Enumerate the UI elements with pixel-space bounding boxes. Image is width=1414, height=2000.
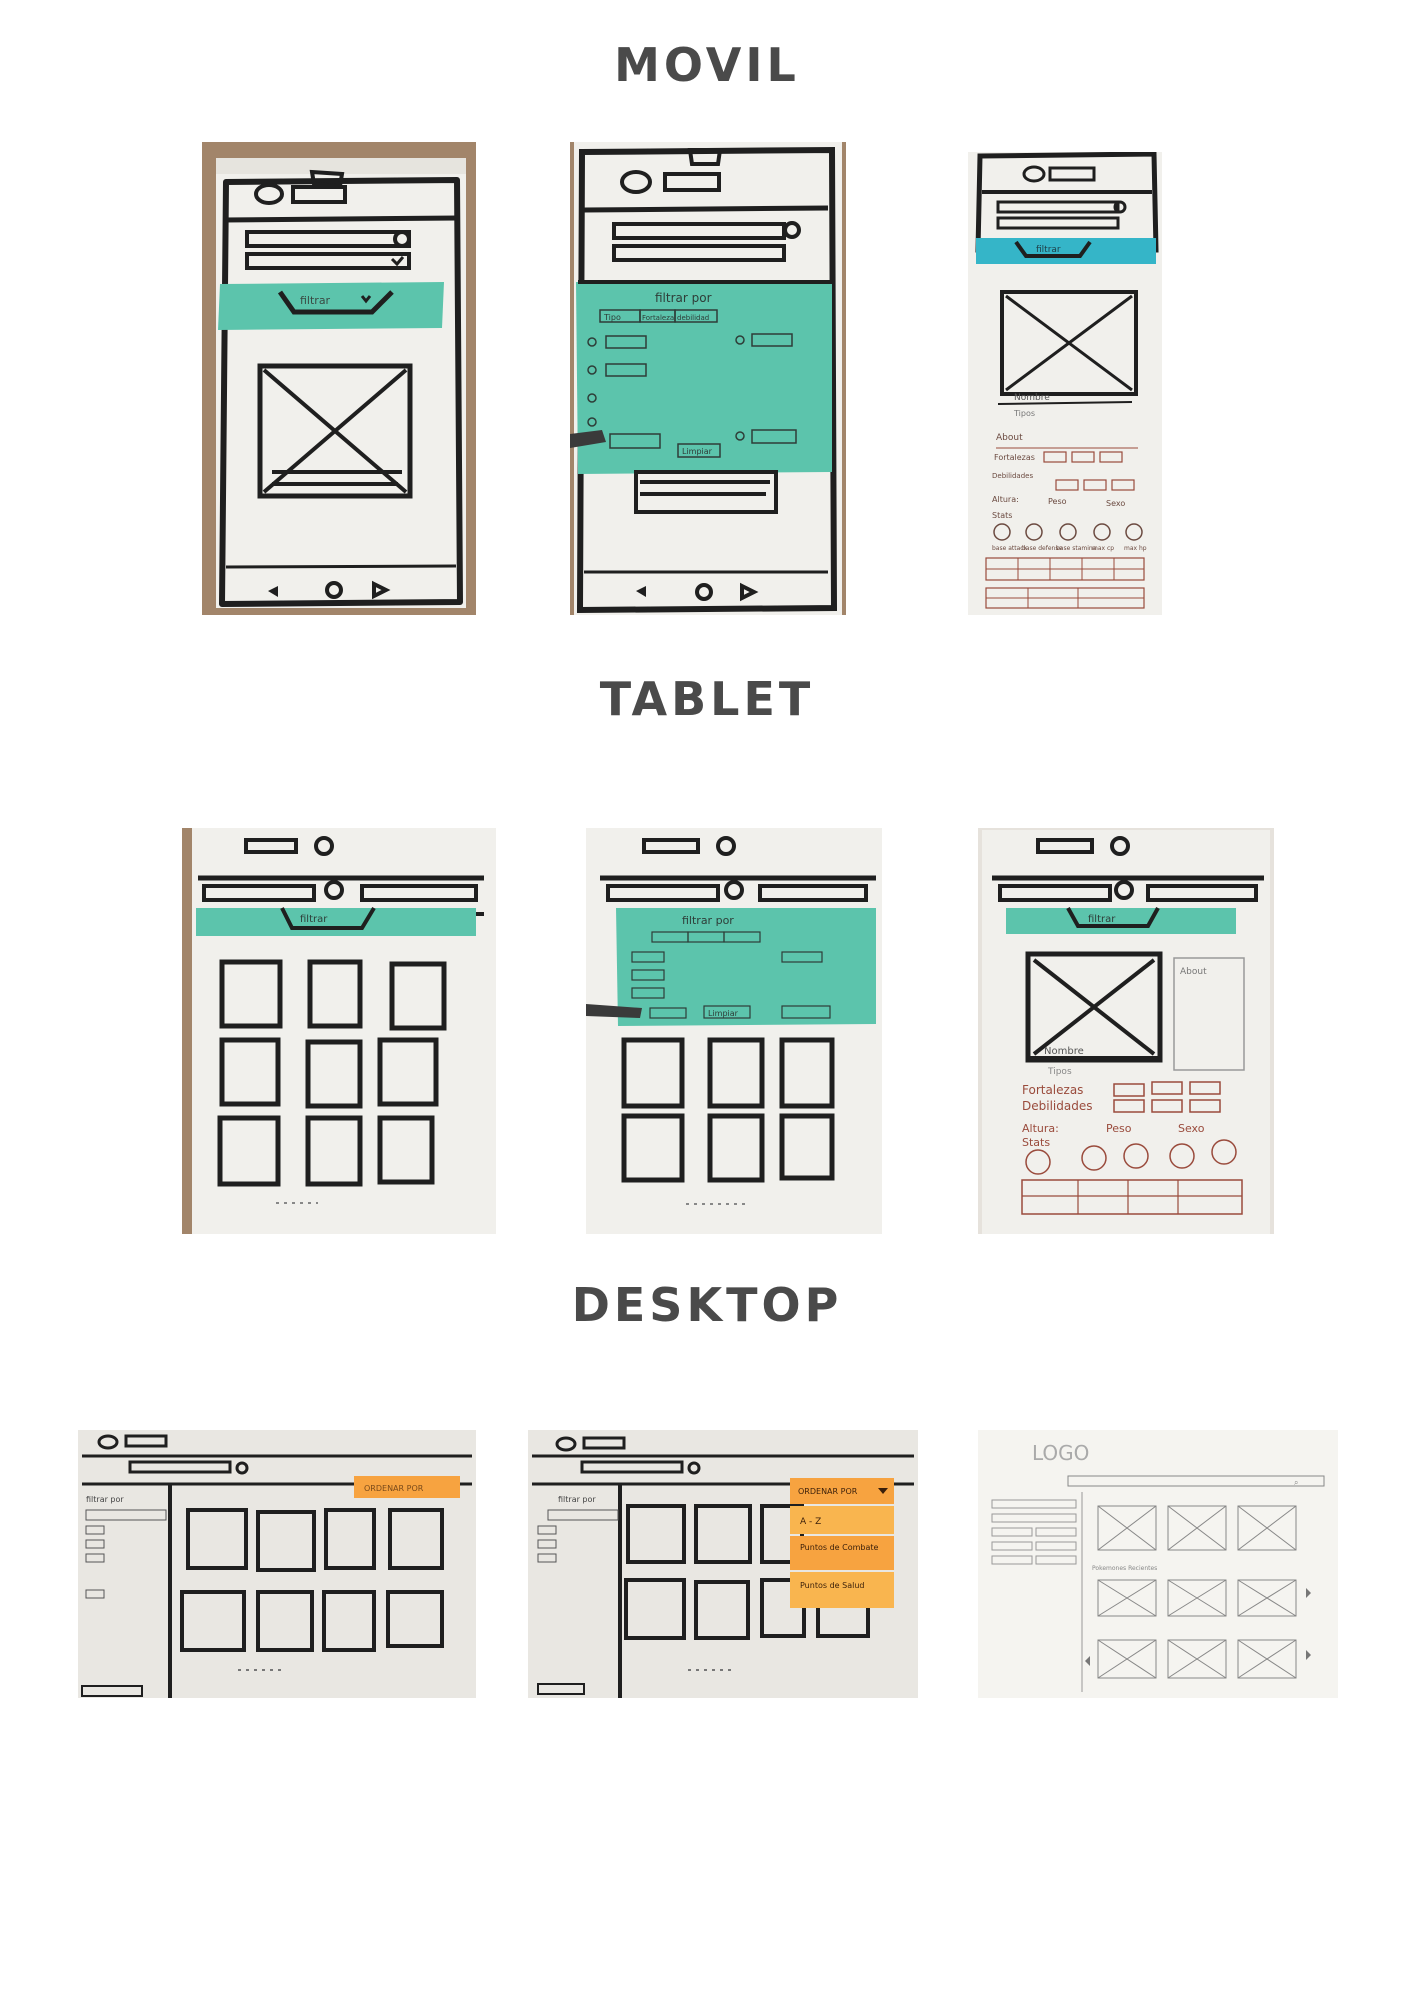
tablet-3-about-text: About	[1180, 967, 1207, 977]
mobile-sketch-filter-expanded: filtrar por Tipo Fortaleza debilidad Lim…	[570, 142, 846, 615]
tablet-2-filtrar-por-text: filtrar por	[682, 914, 734, 927]
section-title-tablet: TABLET	[599, 672, 815, 726]
mobile-3-fortalezas-text: Fortalezas	[994, 453, 1035, 462]
mobile-3-stat-base-stamina: base stamina	[1056, 545, 1097, 552]
desktop-sketch-3-drawing: LOGO ⌕ Pokemones Recientes	[978, 1430, 1338, 1698]
mobile-2-filtrar-por-text: filtrar por	[655, 291, 712, 305]
tablet-sketch-grid: filtrar	[182, 828, 496, 1234]
desktop-2-filtrar-por-text: filtrar por	[558, 1495, 596, 1504]
section-title-desktop: DESKTOP	[571, 1278, 843, 1332]
mobile-sketch-1-drawing: filtrar	[216, 158, 466, 608]
mobile-2-tab-debilidad: debilidad	[677, 314, 709, 322]
mobile-2-tab-fortaleza: Fortaleza	[642, 314, 674, 322]
tablet-sketch-detail: filtrar Nombre Tipos About Fortalezas De…	[978, 828, 1274, 1234]
desktop-2-orden-salud: Puntos de Salud	[800, 1581, 864, 1590]
mobile-3-stat-max-cp: max cp	[1092, 545, 1114, 552]
mobile-2-limpiar-text: Limpiar	[682, 447, 713, 456]
tablet-sketch-1-drawing: filtrar	[182, 828, 496, 1234]
desktop-sketch-grid: filtrar por ORDENAR POR	[78, 1430, 476, 1698]
tablet-3-stats-text: Stats	[1022, 1136, 1050, 1149]
mobile-3-nombre-text: Nombre	[1014, 393, 1050, 403]
tablet-3-peso-text: Peso	[1106, 1122, 1132, 1135]
mobile-3-sexo-text: Sexo	[1106, 499, 1125, 508]
mobile-3-stats-text: Stats	[992, 511, 1012, 520]
tablet-3-sexo-text: Sexo	[1178, 1122, 1205, 1135]
desktop-2-ordenar-por-text: ORDENAR POR	[798, 1487, 858, 1496]
mobile-sketch-3-drawing: filtrar Nombre Tipos About Fortalezas De…	[975, 152, 1159, 609]
desktop-sketch-1-drawing: filtrar por ORDENAR POR	[78, 1430, 476, 1698]
tablet-3-tipos-text: Tipos	[1047, 1067, 1072, 1077]
tablet-3-nombre-text: Nombre	[1044, 1046, 1084, 1057]
mobile-3-peso-text: Peso	[1048, 497, 1067, 506]
mobile-1-filtrar-text: filtrar	[300, 294, 331, 307]
desktop-sketch-sort-expanded: filtrar por ORDENAR POR A - Z Puntos de …	[528, 1430, 918, 1698]
tablet-sketch-3-drawing: filtrar Nombre Tipos About Fortalezas De…	[978, 828, 1274, 1234]
mobile-3-about-text: About	[996, 433, 1023, 443]
mobile-3-stat-max-hp: max hp	[1124, 545, 1147, 552]
desktop-1-ordenar-por-text: ORDENAR POR	[364, 1484, 424, 1493]
desktop-3-search-icon: ⌕	[1294, 1478, 1298, 1487]
tablet-sketch-2-drawing: filtrar por Limpiar	[586, 828, 882, 1234]
mobile-3-debilidades-text: Debilidades	[992, 472, 1033, 480]
desktop-2-orden-combate: Puntos de Combate	[800, 1543, 879, 1552]
tablet-sketch-filter-expanded: filtrar por Limpiar	[586, 828, 882, 1234]
mobile-3-altura-text: Altura:	[992, 495, 1019, 504]
section-title-movil: MOVIL	[614, 38, 800, 92]
desktop-3-recientes-text: Pokemones Recientes	[1092, 1565, 1157, 1572]
desktop-sketch-wireframe-detail: LOGO ⌕ Pokemones Recientes	[978, 1430, 1338, 1698]
tablet-3-fortalezas-text: Fortalezas	[1022, 1083, 1083, 1097]
tablet-3-filtrar-text: filtrar	[1088, 914, 1116, 925]
desktop-1-filtrar-por-text: filtrar por	[86, 1495, 124, 1504]
tablet-1-filtrar-text: filtrar	[300, 914, 328, 925]
tablet-2-limpiar-text: Limpiar	[708, 1009, 739, 1018]
mobile-3-filtrar-text: filtrar	[1036, 245, 1061, 255]
mobile-2-tab-tipo: Tipo	[603, 313, 621, 322]
mobile-sketch-filter-collapsed: filtrar	[202, 142, 476, 615]
mobile-sketch-2-drawing: filtrar por Tipo Fortaleza debilidad Lim…	[570, 142, 842, 615]
mobile-3-tipos-text: Tipos	[1013, 409, 1035, 418]
tablet-3-altura-text: Altura:	[1022, 1122, 1059, 1135]
tablet-3-debilidades-text: Debilidades	[1022, 1099, 1092, 1113]
desktop-2-orden-az: A - Z	[800, 1517, 821, 1527]
mobile-sketch-detail: filtrar Nombre Tipos About Fortalezas De…	[968, 152, 1162, 615]
desktop-3-logo-text: LOGO	[1032, 1441, 1089, 1465]
desktop-sketch-2-drawing: filtrar por ORDENAR POR A - Z Puntos de …	[528, 1430, 918, 1698]
